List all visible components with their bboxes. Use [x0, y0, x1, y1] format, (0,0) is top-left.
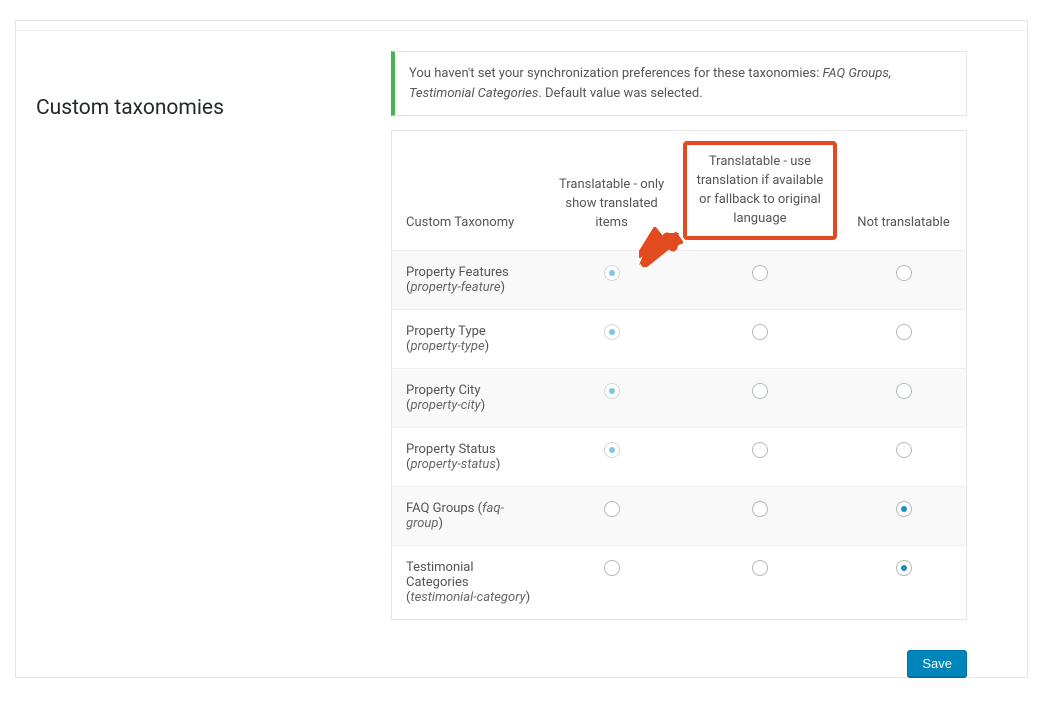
save-button[interactable]: Save	[907, 650, 967, 677]
section-right: You haven't set your synchronization pre…	[391, 51, 1027, 620]
radio-option[interactable]	[896, 560, 912, 576]
radio-option[interactable]	[604, 265, 620, 281]
table-body: Property Features (property-feature)Prop…	[392, 251, 967, 620]
radio-option[interactable]	[896, 501, 912, 517]
radio-cell	[544, 310, 679, 369]
radio-option[interactable]	[752, 324, 768, 340]
radio-cell	[679, 369, 841, 428]
settings-panel: Custom taxonomies You haven't set your s…	[15, 20, 1028, 678]
taxonomy-name-cell: Property Features (property-feature)	[392, 251, 545, 310]
taxonomy-name-cell: Property Type (property-type)	[392, 310, 545, 369]
radio-cell	[841, 546, 966, 620]
col-header-taxonomy: Custom Taxonomy	[392, 131, 545, 251]
radio-cell	[679, 251, 841, 310]
radio-option[interactable]	[896, 442, 912, 458]
radio-cell	[544, 546, 679, 620]
radio-option[interactable]	[896, 324, 912, 340]
radio-cell	[679, 546, 841, 620]
radio-option[interactable]	[604, 442, 620, 458]
radio-option[interactable]	[896, 265, 912, 281]
table-row: Property Type (property-type)	[392, 310, 967, 369]
radio-cell	[544, 487, 679, 546]
radio-option[interactable]	[752, 265, 768, 281]
notice-suffix: . Default value was selected.	[538, 86, 702, 101]
arrow-icon	[639, 227, 683, 267]
radio-cell	[841, 251, 966, 310]
top-border	[16, 21, 1027, 31]
radio-cell	[841, 428, 966, 487]
taxonomy-table: Custom Taxonomy Translatable - only show…	[391, 130, 967, 620]
taxonomy-name-cell: Property Status (property-status)	[392, 428, 545, 487]
radio-option[interactable]	[604, 560, 620, 576]
radio-cell	[544, 369, 679, 428]
radio-option[interactable]	[752, 442, 768, 458]
radio-option[interactable]	[752, 383, 768, 399]
radio-option[interactable]	[604, 501, 620, 517]
radio-cell	[544, 428, 679, 487]
radio-option[interactable]	[752, 560, 768, 576]
radio-cell	[679, 487, 841, 546]
radio-cell	[841, 369, 966, 428]
sync-notice: You haven't set your synchronization pre…	[391, 51, 967, 116]
radio-option[interactable]	[604, 383, 620, 399]
section-left: Custom taxonomies	[36, 51, 391, 620]
save-row: Save	[16, 650, 1027, 677]
radio-cell	[679, 428, 841, 487]
taxonomy-name-cell: Testimonial Categories (testimonial-cate…	[392, 546, 545, 620]
highlight-box: Translatable - use translation if availa…	[683, 141, 837, 240]
notice-prefix: You haven't set your synchronization pre…	[409, 66, 822, 81]
col-header-fallback-text: Translatable - use translation if availa…	[697, 154, 824, 226]
radio-cell	[841, 487, 966, 546]
table-row: FAQ Groups (faq-group)	[392, 487, 967, 546]
custom-taxonomies-section: Custom taxonomies You haven't set your s…	[16, 31, 1027, 640]
section-title: Custom taxonomies	[36, 96, 391, 120]
taxonomy-name-cell: FAQ Groups (faq-group)	[392, 487, 545, 546]
table-row: Testimonial Categories (testimonial-cate…	[392, 546, 967, 620]
col-header-translatable-fallback: Translatable - use translation if availa…	[679, 131, 841, 251]
radio-option[interactable]	[896, 383, 912, 399]
radio-cell	[679, 310, 841, 369]
table-header-row: Custom Taxonomy Translatable - only show…	[392, 131, 967, 251]
radio-cell	[841, 310, 966, 369]
radio-option[interactable]	[752, 501, 768, 517]
taxonomy-name-cell: Property City (property-city)	[392, 369, 545, 428]
table-row: Property City (property-city)	[392, 369, 967, 428]
col-header-not-translatable: Not translatable	[841, 131, 966, 251]
radio-option[interactable]	[604, 324, 620, 340]
table-row: Property Status (property-status)	[392, 428, 967, 487]
